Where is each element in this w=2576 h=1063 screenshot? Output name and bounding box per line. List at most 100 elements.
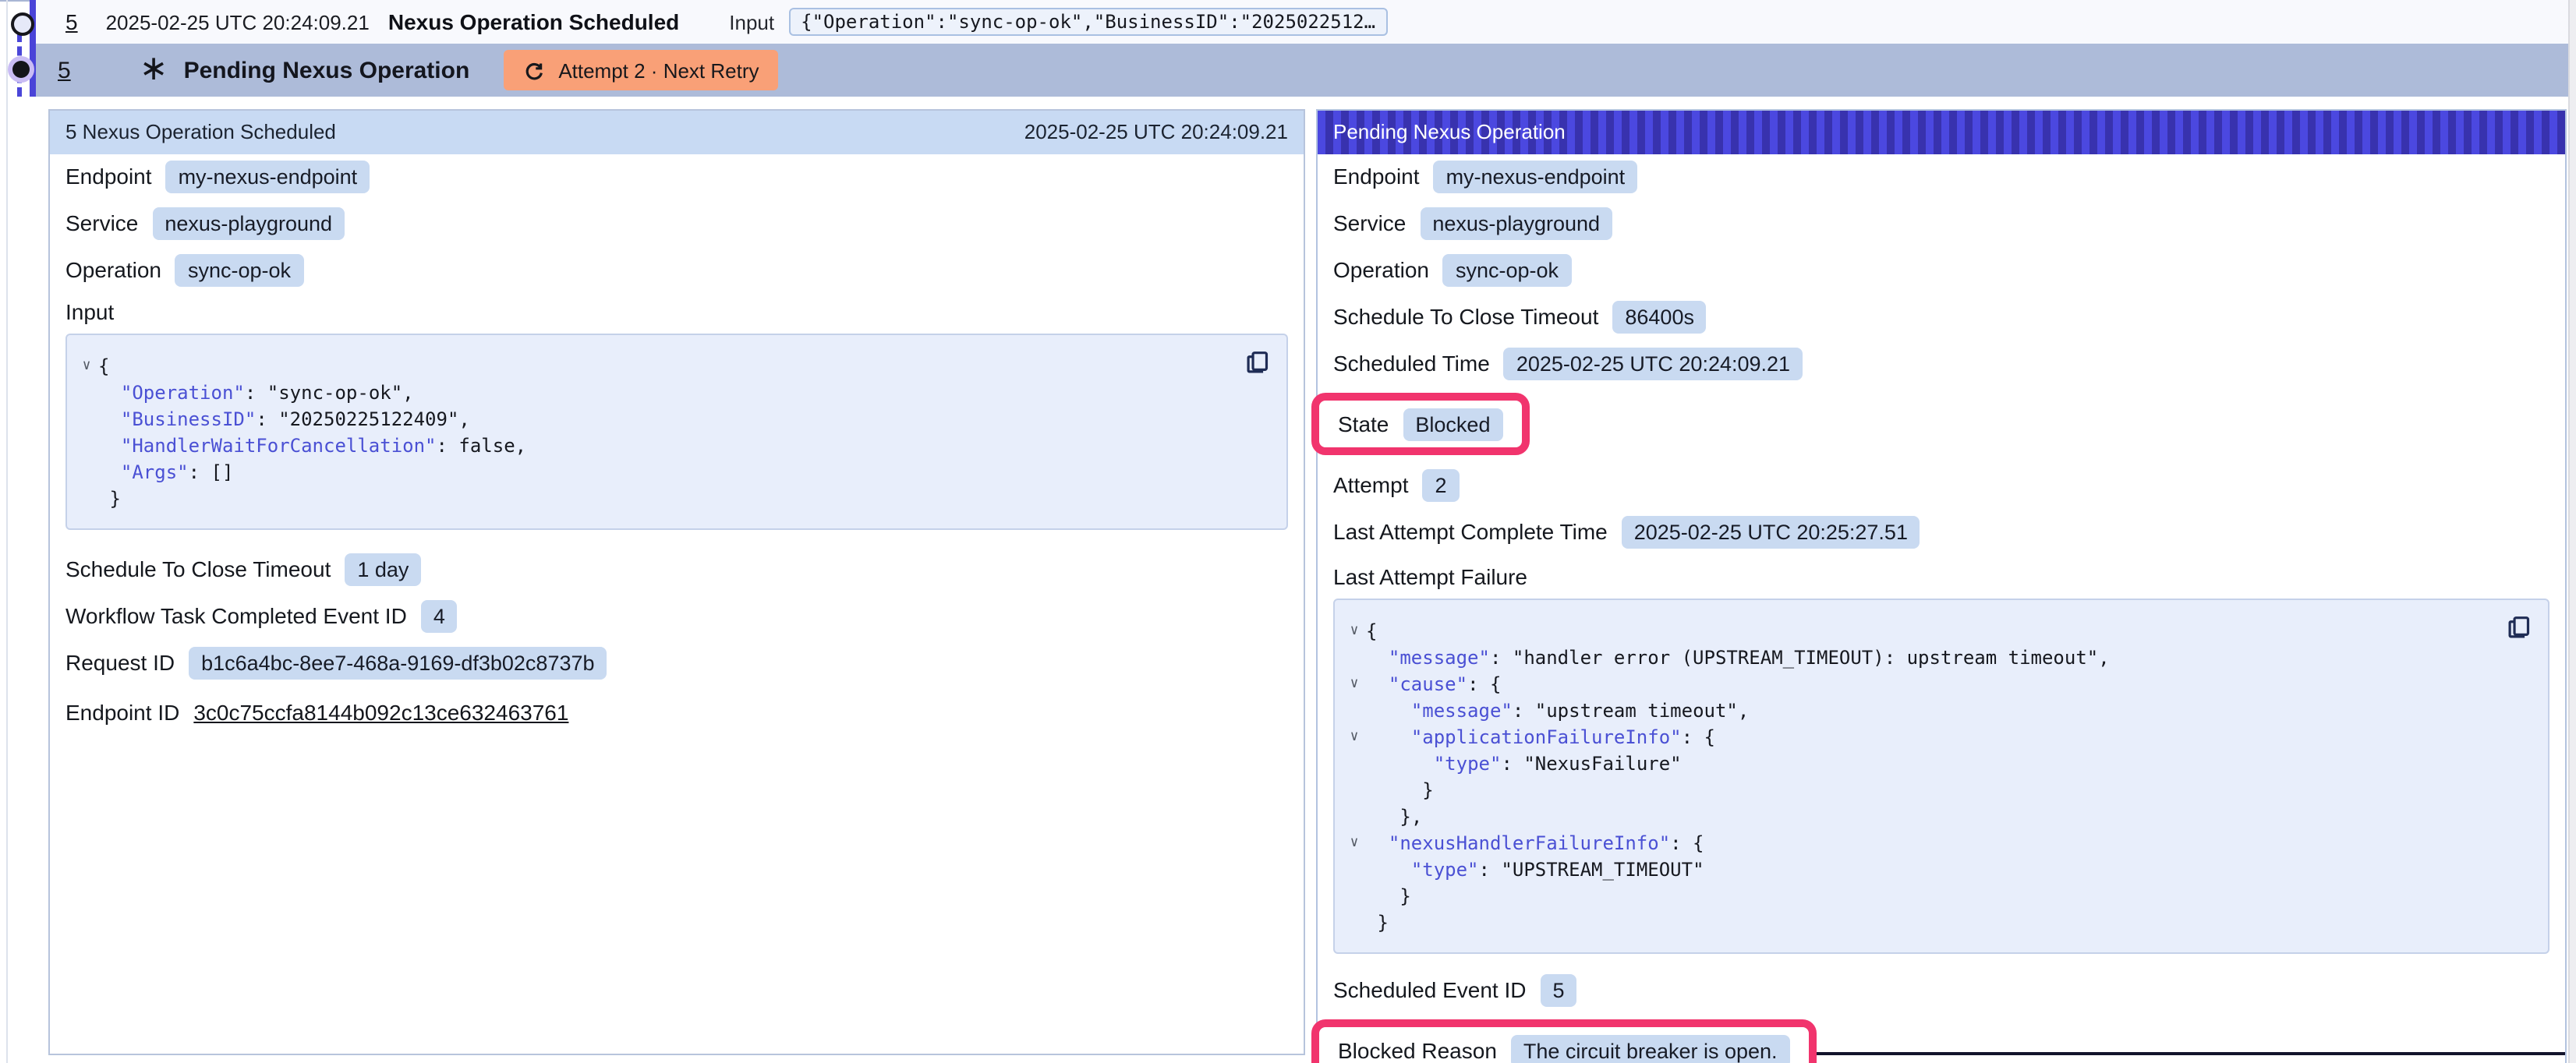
- code-gutter: [1343, 751, 1366, 778]
- field-label: Scheduled Time: [1333, 351, 1490, 376]
- field-label: Service: [65, 210, 138, 235]
- field-label: Blocked Reason: [1338, 1038, 1497, 1063]
- pending-operation-panel: Pending Nexus Operation Endpoint my-nexu…: [1316, 109, 2567, 1063]
- field-value-chip: nexus-playground: [1420, 207, 1612, 239]
- collapse-chevron-icon[interactable]: ∨: [1343, 619, 1366, 645]
- code-gutter: [75, 460, 98, 486]
- blocked-reason-highlight-annotation: Blocked Reason The circuit breaker is op…: [1311, 1019, 1817, 1063]
- field-value-chip: b1c6a4bc-8ee7-468a-9169-df3b02c8737b: [189, 646, 607, 679]
- field-row: Operation sync-op-ok: [1333, 253, 2549, 287]
- copy-icon[interactable]: [1244, 349, 1271, 376]
- field-value-chip: 2025-02-25 UTC 20:24:09.21: [1504, 347, 1803, 380]
- json-code-line: ∨ "applicationFailureInfo": {: [1343, 725, 2535, 751]
- retry-badge-label: Attempt 2 · Next Retry: [558, 58, 759, 82]
- field-label: Operation: [1333, 257, 1429, 282]
- code-gutter: [1343, 804, 1366, 831]
- input-preview-chip[interactable]: {"Operation":"sync-op-ok","BusinessID":"…: [788, 8, 1388, 36]
- field-value-chip: sync-op-ok: [175, 253, 303, 286]
- event-history-view: 5 2025-02-25 UTC 20:24:09.21 Nexus Opera…: [0, 0, 2576, 1063]
- field-row: Service nexus-playground: [1333, 206, 2549, 240]
- json-code-line: ∨{: [1343, 619, 2535, 645]
- code-gutter: [75, 433, 98, 460]
- field-value-chip: 1 day: [345, 553, 421, 585]
- event-detail-header: 5 Nexus Operation Scheduled 2025-02-25 U…: [50, 111, 1304, 154]
- collapse-chevron-icon[interactable]: ∨: [1343, 831, 1366, 857]
- json-code-line: ∨ "cause": {: [1343, 672, 2535, 698]
- code-gutter: [1343, 698, 1366, 725]
- field-row: Schedule To Close Timeout 86400s: [1333, 299, 2549, 334]
- field-row: Blocked Reason The circuit breaker is op…: [1338, 1033, 1790, 1063]
- field-row: Service nexus-playground: [65, 206, 1288, 240]
- field-value-chip: my-nexus-endpoint: [1434, 160, 1638, 192]
- field-label: Attempt: [1333, 472, 1409, 497]
- field-row: Endpoint my-nexus-endpoint: [1333, 159, 2549, 193]
- field-value-chip: 2025-02-25 UTC 20:25:27.51: [1622, 515, 1920, 548]
- code-gutter: [1343, 645, 1366, 672]
- field-value-chip: 5: [1541, 973, 1577, 1006]
- code-gutter: [75, 407, 98, 433]
- json-code-line: }: [1343, 884, 2535, 910]
- field-row: State Blocked: [1338, 407, 1502, 441]
- input-label: Input: [729, 10, 774, 34]
- retry-badge[interactable]: Attempt 2 · Next Retry: [504, 50, 777, 90]
- json-code-line: "HandlerWaitForCancellation": false,: [75, 433, 1274, 460]
- scrollbar-gutter[interactable]: [2568, 0, 2576, 1063]
- failure-section-label: Last Attempt Failure: [1333, 564, 2549, 592]
- field-value-chip: nexus-playground: [152, 207, 345, 239]
- retry-icon: [522, 58, 546, 82]
- json-code-line: }: [1343, 910, 2535, 937]
- selected-range-bar: [30, 0, 36, 97]
- event-id-link[interactable]: 5: [58, 57, 71, 83]
- json-code-line: ∨{: [75, 354, 1274, 380]
- collapse-chevron-icon[interactable]: ∨: [1343, 725, 1366, 751]
- timeline-node-current-icon[interactable]: [12, 61, 30, 78]
- field-label: Endpoint ID: [65, 700, 179, 725]
- collapse-chevron-icon[interactable]: ∨: [75, 354, 98, 380]
- copy-icon[interactable]: [2506, 614, 2532, 641]
- event-time: 2025-02-25 UTC 20:24:09.21: [106, 10, 370, 34]
- json-code-line: }: [75, 486, 1274, 513]
- json-code-line: "BusinessID": "20250225122409",: [75, 407, 1274, 433]
- field-label: Service: [1333, 210, 1406, 235]
- state-value-chip: Blocked: [1403, 408, 1502, 440]
- field-row: Request ID b1c6a4bc-8ee7-468a-9169-df3b0…: [65, 645, 1288, 680]
- field-value-chip: sync-op-ok: [1443, 253, 1571, 286]
- field-label: Scheduled Event ID: [1333, 977, 1527, 1002]
- field-label: Schedule To Close Timeout: [1333, 304, 1598, 329]
- state-highlight-annotation: State Blocked: [1311, 393, 1529, 455]
- event-row-collapsed[interactable]: 5 2025-02-25 UTC 20:24:09.21 Nexus Opera…: [36, 0, 2570, 44]
- timeline-gutter-line: [6, 0, 8, 1063]
- field-label: Last Attempt Complete Time: [1333, 519, 1608, 544]
- json-code-line: "message": "handler error (UPSTREAM_TIME…: [1343, 645, 2535, 672]
- code-gutter: [1343, 857, 1366, 884]
- json-code-line: "type": "UPSTREAM_TIMEOUT": [1343, 857, 2535, 884]
- event-detail-time: 2025-02-25 UTC 20:24:09.21: [1024, 111, 1288, 154]
- field-row: Scheduled Event ID 5: [1333, 973, 2549, 1007]
- blocked-reason-chip: The circuit breaker is open.: [1511, 1034, 1790, 1063]
- field-label: Request ID: [65, 650, 175, 675]
- collapse-chevron-icon[interactable]: ∨: [1343, 672, 1366, 698]
- timeline-node-open-icon[interactable]: [11, 12, 34, 36]
- pending-operation-row[interactable]: 5 ∗ Pending Nexus Operation Attempt 2 · …: [36, 44, 2570, 97]
- json-code-line: "Operation": "sync-op-ok",: [75, 380, 1274, 407]
- field-row: Attempt 2: [1333, 468, 2549, 502]
- field-label: Endpoint: [65, 164, 152, 189]
- pending-panel-header: Pending Nexus Operation: [1318, 111, 2565, 154]
- json-code-line: "message": "upstream timeout",: [1343, 698, 2535, 725]
- field-label: Endpoint: [1333, 164, 1420, 189]
- input-section-label: Input: [65, 299, 1288, 327]
- field-label: Workflow Task Completed Event ID: [65, 603, 407, 628]
- json-code-line: "type": "NexusFailure": [1343, 751, 2535, 778]
- endpoint-id-link[interactable]: 3c0c75ccfa8144b092c13ce632463761: [193, 700, 568, 725]
- field-value-chip: 2: [1423, 468, 1460, 501]
- pending-panel-title: Pending Nexus Operation: [1333, 111, 1566, 154]
- input-json-block: ∨{ "Operation": "sync-op-ok", "BusinessI…: [65, 334, 1288, 530]
- json-code-line: },: [1343, 804, 2535, 831]
- field-row: Endpoint my-nexus-endpoint: [65, 159, 1288, 193]
- event-id-link[interactable]: 5: [65, 9, 78, 34]
- json-code-line: "Args": []: [75, 460, 1274, 486]
- field-row: Operation sync-op-ok: [65, 253, 1288, 287]
- field-value-chip: 4: [421, 599, 458, 632]
- pending-asterisk-icon: ∗: [140, 55, 168, 86]
- event-detail-panel: 5 Nexus Operation Scheduled 2025-02-25 U…: [48, 109, 1305, 1055]
